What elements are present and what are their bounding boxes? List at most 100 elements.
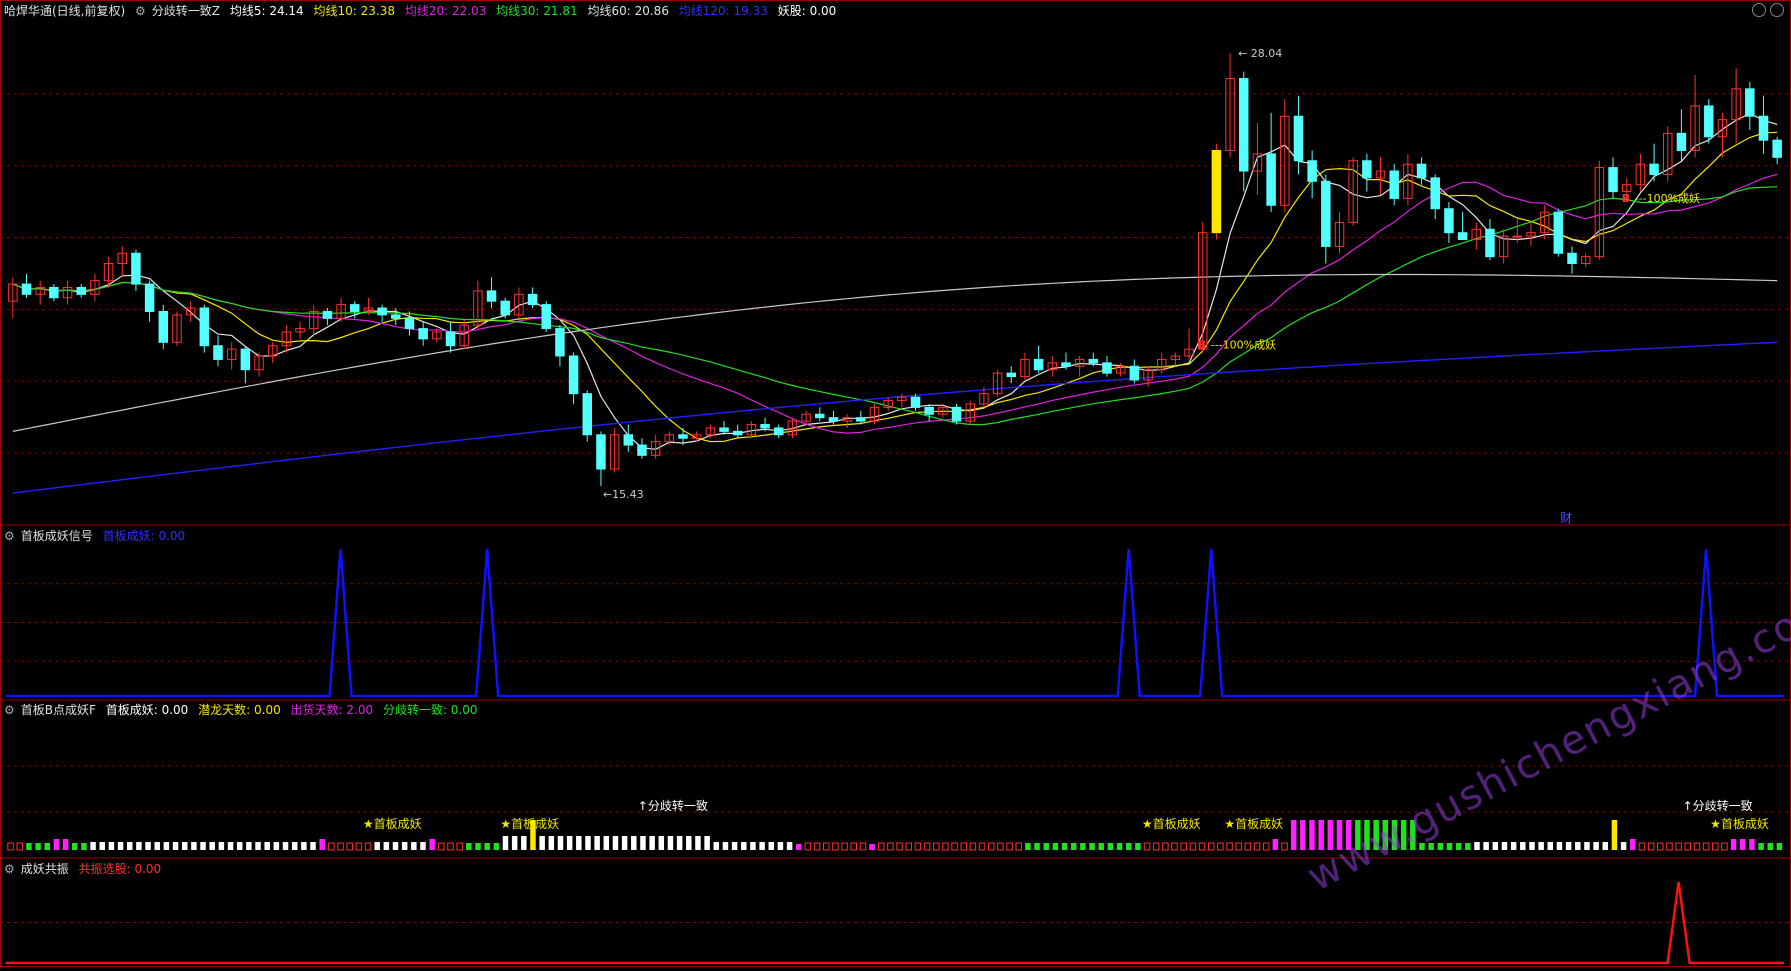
candle-body: [144, 283, 155, 312]
bar: [511, 836, 518, 850]
candle-body: [131, 252, 141, 285]
bar: [859, 842, 867, 851]
bar: [741, 842, 747, 850]
bar: [1638, 842, 1646, 851]
bar-label: ↑分歧转一致: [1683, 798, 1753, 813]
bar: [319, 839, 325, 850]
bar: [1483, 842, 1489, 850]
bar: [1684, 842, 1692, 851]
bar: [1620, 842, 1627, 850]
candle-body: [527, 293, 538, 306]
bar: [1455, 843, 1462, 850]
collapse-icon[interactable]: [1752, 3, 1766, 17]
candle-body: [1006, 372, 1016, 378]
candle-body: [1061, 362, 1071, 367]
panel4-title[interactable]: 成妖共振: [21, 862, 69, 876]
bar: [374, 842, 380, 850]
candle-body: [1266, 153, 1276, 206]
indicator-name[interactable]: 分歧转一致Z: [152, 4, 220, 18]
bar: [1520, 842, 1526, 850]
bar: [1492, 842, 1499, 850]
candle-body: [1389, 170, 1399, 199]
candle-body: [1102, 362, 1112, 374]
bar: [1611, 820, 1618, 850]
bar: [1666, 842, 1673, 851]
bar: [346, 842, 353, 851]
settings-icon[interactable]: ⚙: [4, 529, 15, 543]
signal-label: ---100%成妖: [1635, 191, 1700, 205]
candle-body: [1649, 163, 1659, 175]
candle-body: [445, 331, 456, 347]
ma120-readout: 均线120: 19.33: [678, 4, 768, 18]
candle-body: [322, 310, 333, 319]
bar: [1300, 820, 1306, 850]
bar: [1547, 842, 1554, 850]
candle-body: [350, 304, 360, 312]
bar: [1235, 842, 1242, 851]
panel3-v1: 首板成妖: 0.00: [105, 703, 189, 717]
bar: [1776, 843, 1783, 850]
bar: [951, 842, 958, 851]
bar: [804, 842, 812, 851]
signal-label: ---100%成妖: [1211, 338, 1276, 352]
settings-icon[interactable]: ⚙: [4, 862, 15, 876]
bar: [1262, 842, 1270, 851]
settings-icon[interactable]: ⚙: [135, 4, 146, 18]
bar: [521, 836, 527, 850]
bar: [475, 843, 481, 850]
bar: [841, 842, 848, 851]
bar: [466, 843, 472, 850]
ma30-line: [12, 186, 1778, 426]
ma20-line: [12, 173, 1778, 434]
bar-label: ★首板成妖: [1142, 817, 1201, 831]
bar: [621, 836, 628, 850]
candle-body: [856, 417, 866, 422]
bar: [191, 842, 197, 850]
bar: [1198, 842, 1206, 851]
bar: [704, 836, 710, 850]
b-point-marker: B: [1198, 339, 1206, 352]
bar: [768, 842, 775, 850]
candle-body: [924, 406, 934, 415]
bar: [1675, 842, 1682, 851]
bar: [328, 842, 335, 851]
bar: [364, 842, 372, 851]
bar: [493, 843, 500, 850]
candle-body: [1211, 149, 1222, 234]
yaogu-readout: 妖股: 0.00: [777, 4, 837, 18]
bar: [1474, 842, 1480, 850]
bar: [236, 842, 243, 850]
bar: [1657, 842, 1664, 851]
bar: [686, 836, 692, 850]
bar: [539, 836, 545, 850]
bar: [667, 836, 674, 850]
close-icon[interactable]: [1770, 3, 1784, 17]
bar: [603, 836, 610, 850]
bar: [612, 836, 619, 850]
stock-title[interactable]: 哈焊华通(日线,前复权): [4, 4, 125, 18]
candle-body: [486, 290, 497, 302]
panel2-title[interactable]: 首板成妖信号: [21, 529, 93, 543]
bar: [181, 842, 188, 850]
bar: [1290, 820, 1297, 850]
bar: [960, 842, 967, 851]
bar: [255, 842, 261, 850]
bar: [1143, 842, 1151, 851]
bar: [383, 842, 390, 850]
bar: [1712, 842, 1719, 851]
bar: [1253, 842, 1261, 851]
bar: [1061, 843, 1068, 850]
bar: [1098, 843, 1104, 850]
bar: [136, 842, 142, 850]
bar: [392, 842, 399, 850]
bar: [576, 836, 582, 850]
bar: [163, 842, 170, 850]
settings-icon[interactable]: ⚙: [4, 703, 15, 717]
panel3-title[interactable]: 首板B点成妖F: [21, 703, 96, 717]
bar: [777, 842, 784, 850]
bar: [218, 842, 225, 850]
candle-body: [815, 413, 825, 419]
ma20-readout: 均线20: 22.03: [404, 4, 487, 18]
bar: [987, 842, 995, 851]
candle-body: [49, 286, 59, 299]
